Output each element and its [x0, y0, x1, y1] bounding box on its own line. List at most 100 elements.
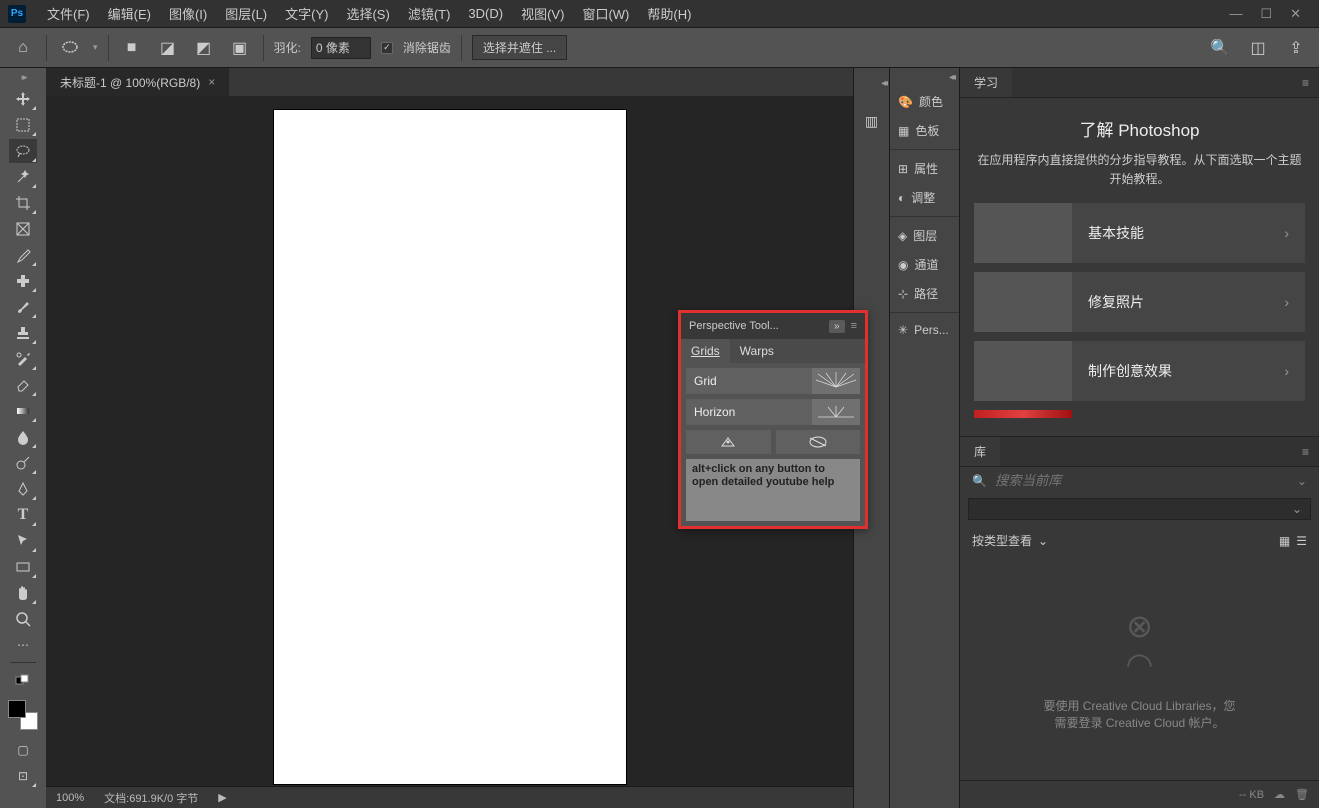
panel-menu-icon[interactable]: ≡ [1292, 445, 1319, 459]
menu-help[interactable]: 帮助(H) [638, 4, 700, 23]
blur-tool[interactable] [9, 425, 37, 449]
subtract-selection-icon[interactable]: ◩ [191, 35, 217, 61]
feather-input[interactable] [311, 37, 371, 59]
list-view-icon[interactable]: ☰ [1296, 534, 1307, 548]
panel-channels[interactable]: ◉通道 [890, 250, 959, 279]
trash-icon[interactable]: 🗑 [1295, 788, 1309, 801]
panel-menu-icon[interactable]: ≡ [851, 320, 857, 332]
close-button[interactable]: ✕ [1290, 6, 1301, 22]
strip-collapse[interactable]: ◂◂ [881, 78, 885, 89]
crop-tool[interactable] [9, 191, 37, 215]
menu-filter[interactable]: 滤镜(T) [399, 4, 460, 23]
panel-color[interactable]: 🎨颜色 [890, 87, 959, 116]
panel-swatches[interactable]: ▦色板 [890, 116, 959, 145]
warps-tab[interactable]: Warps [730, 339, 784, 363]
swatches-icon: ▦ [898, 124, 909, 138]
marquee-tool[interactable] [9, 113, 37, 137]
document-tab-label: 未标题-1 @ 100%(RGB/8) [60, 74, 200, 91]
tutorial-retouch[interactable]: 修复照片 › [974, 272, 1305, 332]
workspace-icon[interactable]: ◫ [1245, 35, 1271, 61]
perspective-action-2[interactable] [776, 430, 861, 454]
collapse-panel-icon[interactable]: » [829, 320, 845, 333]
menu-view[interactable]: 视图(V) [512, 4, 573, 23]
doc-info[interactable]: 文档:691.9K/0 字节 [104, 790, 198, 806]
share-icon[interactable]: ⇪ [1283, 35, 1309, 61]
panel-layers[interactable]: ◈图层 [890, 221, 959, 250]
close-tab-icon[interactable]: × [208, 75, 215, 89]
minimize-button[interactable]: — [1229, 6, 1242, 22]
learn-panel: 了解 Photoshop 在应用程序内直接提供的分步指导教程。从下面选取一个主题… [960, 98, 1319, 437]
maximize-button[interactable]: ☐ [1260, 6, 1272, 22]
grids-tab[interactable]: Grids [681, 339, 730, 363]
quick-mask-icon[interactable]: ▢ [9, 738, 37, 762]
library-tab[interactable]: 库 [960, 437, 1000, 466]
layers-icon: ◈ [898, 229, 907, 243]
panelcol-collapse[interactable]: ◂◂ [949, 72, 953, 83]
new-selection-icon[interactable]: ■ [119, 35, 145, 61]
cloud-sync-icon[interactable]: ☁ [1274, 788, 1285, 801]
zoom-tool[interactable] [9, 607, 37, 631]
menu-layer[interactable]: 图层(L) [216, 4, 276, 23]
move-tool[interactable] [9, 87, 37, 111]
path-select-tool[interactable] [9, 529, 37, 553]
intersect-selection-icon[interactable]: ▣ [227, 35, 253, 61]
menu-type[interactable]: 文字(Y) [276, 4, 337, 23]
zoom-level[interactable]: 100% [56, 792, 84, 804]
document-tab[interactable]: 未标题-1 @ 100%(RGB/8) × [46, 68, 229, 96]
panel-menu-icon[interactable]: ≡ [1292, 76, 1319, 90]
pen-tool[interactable] [9, 477, 37, 501]
menu-3d[interactable]: 3D(D) [459, 6, 512, 21]
menu-select[interactable]: 选择(S) [337, 4, 398, 23]
search-icon[interactable]: 🔍 [1207, 35, 1233, 61]
history-brush-tool[interactable] [9, 347, 37, 371]
grid-view-icon[interactable]: ▦ [1279, 534, 1290, 548]
screen-mode-icon[interactable]: ⊡ [9, 764, 37, 788]
stamp-tool[interactable] [9, 321, 37, 345]
color-icon: 🎨 [898, 95, 913, 109]
lasso-tool[interactable] [9, 139, 37, 163]
healing-tool[interactable] [9, 269, 37, 293]
perspective-tools-panel[interactable]: Perspective Tool... » ≡ Grids Warps Grid… [678, 310, 868, 529]
color-swatch[interactable] [8, 700, 38, 730]
panel-perspective[interactable]: ✳Pers... [890, 317, 959, 343]
canvas[interactable] [274, 110, 626, 784]
home-icon[interactable]: ⌂ [10, 35, 36, 61]
dodge-tool[interactable] [9, 451, 37, 475]
edit-toolbar[interactable]: ⋯ [9, 633, 37, 657]
strip-icon-1[interactable]: ▥ [860, 109, 884, 133]
brush-tool[interactable] [9, 295, 37, 319]
learn-tab[interactable]: 学习 [960, 68, 1012, 97]
default-colors-icon[interactable] [9, 668, 37, 692]
type-tool[interactable]: T [9, 503, 37, 527]
eraser-tool[interactable] [9, 373, 37, 397]
tutorial-basics[interactable]: 基本技能 › [974, 203, 1305, 263]
tutorial-creative[interactable]: 制作创意效果 › [974, 341, 1305, 401]
panel-paths[interactable]: ⊹路径 [890, 279, 959, 308]
menu-image[interactable]: 图像(I) [160, 4, 216, 23]
menu-file[interactable]: 文件(F) [38, 4, 99, 23]
eyedropper-tool[interactable] [9, 243, 37, 267]
chevron-down-icon[interactable]: ⌄ [1297, 474, 1307, 488]
select-and-mask-button[interactable]: 选择并遮住 ... [472, 35, 567, 60]
panel-adjustments[interactable]: ◐调整 [890, 183, 959, 212]
library-search-input[interactable] [995, 473, 1289, 488]
status-bar: 100% 文档:691.9K/0 字节 ▶ [46, 786, 853, 808]
lasso-tool-icon[interactable] [57, 35, 83, 61]
grid-button[interactable]: Grid [686, 368, 860, 394]
toolbar-collapse[interactable]: ▸▸ [21, 72, 24, 83]
perspective-action-1[interactable] [686, 430, 771, 454]
magic-wand-tool[interactable] [9, 165, 37, 189]
library-view-mode[interactable]: 按类型查看 ⌄ ▦ ☰ [960, 524, 1319, 557]
antialias-checkbox[interactable]: ✓ [381, 42, 393, 54]
rectangle-tool[interactable] [9, 555, 37, 579]
horizon-button[interactable]: Horizon [686, 399, 860, 425]
frame-tool[interactable] [9, 217, 37, 241]
gradient-tool[interactable] [9, 399, 37, 423]
hand-tool[interactable] [9, 581, 37, 605]
library-dropdown[interactable]: ⌄ [968, 498, 1311, 520]
status-arrow-icon[interactable]: ▶ [218, 791, 226, 804]
menu-edit[interactable]: 编辑(E) [99, 4, 160, 23]
add-selection-icon[interactable]: ◪ [155, 35, 181, 61]
menu-window[interactable]: 窗口(W) [573, 4, 638, 23]
panel-properties[interactable]: ⊞属性 [890, 154, 959, 183]
